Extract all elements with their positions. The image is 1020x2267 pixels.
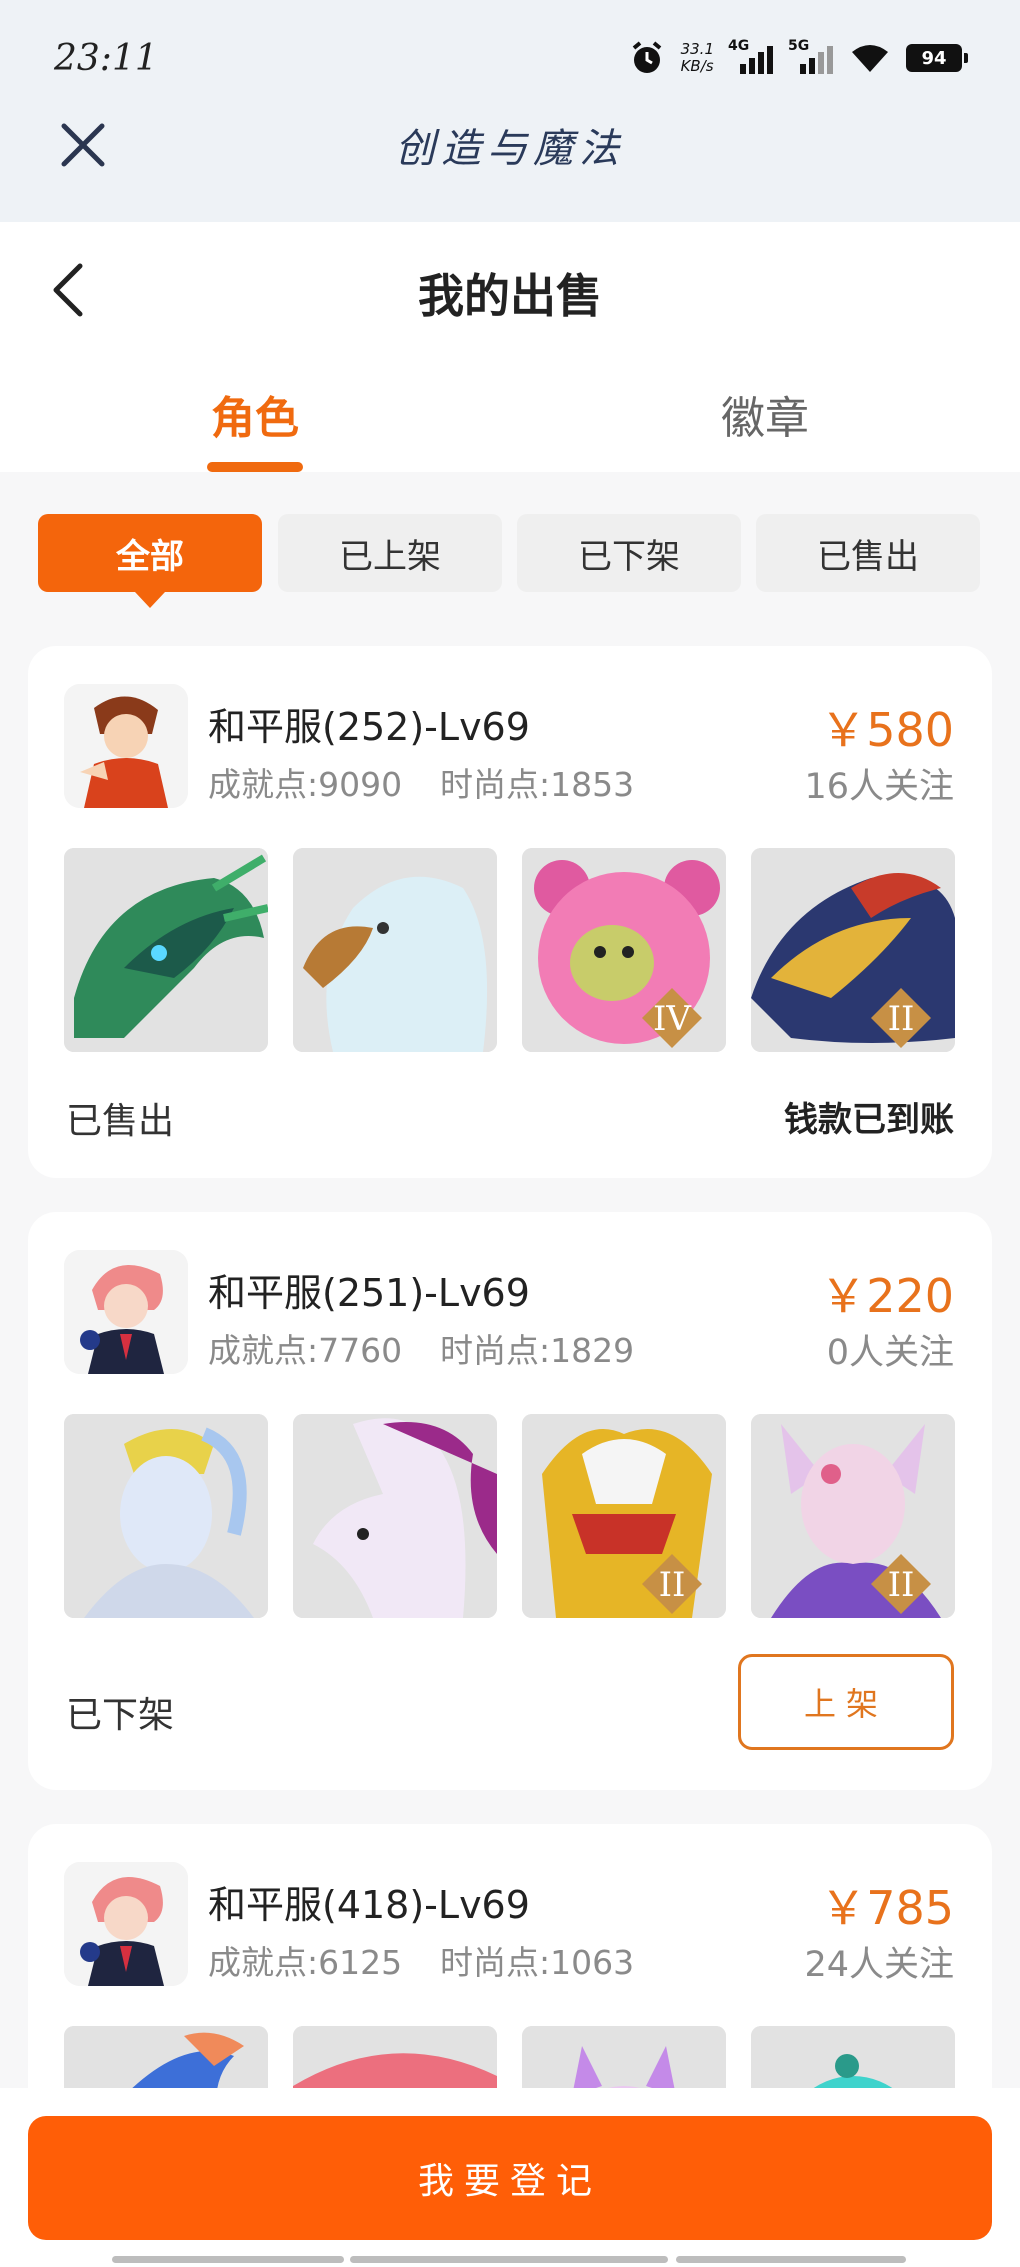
fashion-points: 时尚点:1063 xyxy=(440,1943,635,1982)
svg-text:II: II xyxy=(888,1565,915,1605)
net-speed-unit: KB/s xyxy=(680,57,714,75)
price: ￥580 xyxy=(820,703,954,757)
app-title: 创造与魔法 xyxy=(395,126,625,172)
svg-text:II: II xyxy=(888,999,915,1039)
wifi-icon xyxy=(852,45,888,72)
listing-card[interactable]: 和平服(252)-Lv69 成就点:9090 时尚点:1853 ￥580 16人… xyxy=(28,646,992,1178)
nav-indicator xyxy=(112,2256,344,2263)
avatar xyxy=(64,1862,188,1986)
server-name: 和平服(418)-Lv69 xyxy=(208,1883,530,1927)
item-thumbnails: IV II xyxy=(64,848,956,1052)
server-name: 和平服(252)-Lv69 xyxy=(208,705,530,749)
item-thumbnails: II II xyxy=(64,1414,956,1618)
avatar xyxy=(64,1250,188,1374)
status-icons: 33.1 KB/s 4G 5G 94 xyxy=(629,38,968,76)
tab-badge[interactable]: 徽章 xyxy=(615,382,915,446)
green-dragon-mount-icon xyxy=(64,848,268,1052)
filter-delisted[interactable]: 已下架 xyxy=(517,514,741,592)
listing-card[interactable]: 和平服(251)-Lv69 成就点:7760 时尚点:1829 ￥220 0人关… xyxy=(28,1212,992,1790)
filter-sold[interactable]: 已售出 xyxy=(756,514,980,592)
signal-5g-icon: 5G xyxy=(788,38,834,74)
white-deer-mount-icon xyxy=(293,1414,497,1618)
achievement-points: 成就点:7760 xyxy=(208,1331,403,1370)
signal-4g-icon: 4G xyxy=(728,38,774,74)
fashion-points: 时尚点:1853 xyxy=(440,765,635,804)
svg-text:IV: IV xyxy=(653,999,692,1039)
sold-status: 已售出 xyxy=(66,1101,175,1142)
delisted-status: 已下架 xyxy=(66,1695,175,1736)
filter-listed[interactable]: 已上架 xyxy=(278,514,502,592)
achievement-points: 成就点:9090 xyxy=(208,765,403,804)
white-eagle-mount-icon xyxy=(293,848,497,1052)
page-title: 我的出售 xyxy=(418,269,602,323)
followers-count: 0人关注 xyxy=(826,1333,954,1373)
app-header: 23:11 33.1 KB/s 4G 5G 94 创造与魔法 xyxy=(0,0,1020,222)
net-speed-value: 33.1 xyxy=(680,40,714,58)
signal-5g-label: 5G xyxy=(788,38,810,54)
fox-spirit-outfit-icon: II xyxy=(751,1414,955,1618)
tab-role[interactable]: 角色 xyxy=(105,382,405,446)
followers-count: 24人关注 xyxy=(804,1945,954,1985)
relist-button[interactable]: 上架 xyxy=(738,1654,954,1750)
price: ￥785 xyxy=(820,1881,954,1935)
register-button[interactable]: 我要登记 xyxy=(28,2116,992,2240)
followers-count: 16人关注 xyxy=(804,767,954,807)
avatar xyxy=(64,684,188,808)
alarm-icon xyxy=(632,41,661,73)
svg-text:II: II xyxy=(659,1565,686,1605)
fire-dragon-mount-icon: II xyxy=(751,848,955,1052)
payment-received-note: 钱款已到账 xyxy=(784,1100,954,1140)
status-time: 23:11 xyxy=(54,38,158,79)
battery-icon: 94 xyxy=(906,44,968,72)
tab-active-indicator xyxy=(207,462,303,472)
signal-4g-label: 4G xyxy=(728,38,750,54)
server-name: 和平服(251)-Lv69 xyxy=(208,1271,530,1315)
nav-indicator xyxy=(676,2256,906,2263)
net-speed: 33.1 KB/s xyxy=(681,41,714,75)
pink-bear-mount-icon: IV xyxy=(522,848,726,1052)
fashion-points: 时尚点:1829 xyxy=(440,1331,635,1370)
moon-fairy-outfit-icon xyxy=(64,1414,268,1618)
price: ￥220 xyxy=(820,1269,954,1323)
page-header: 我的出售 角色 徽章 xyxy=(0,222,1020,472)
filter-all[interactable]: 全部 xyxy=(38,514,262,608)
achievement-points: 成就点:6125 xyxy=(208,1943,403,1982)
nav-indicator xyxy=(350,2256,668,2263)
golden-armor-outfit-icon: II xyxy=(522,1414,726,1618)
